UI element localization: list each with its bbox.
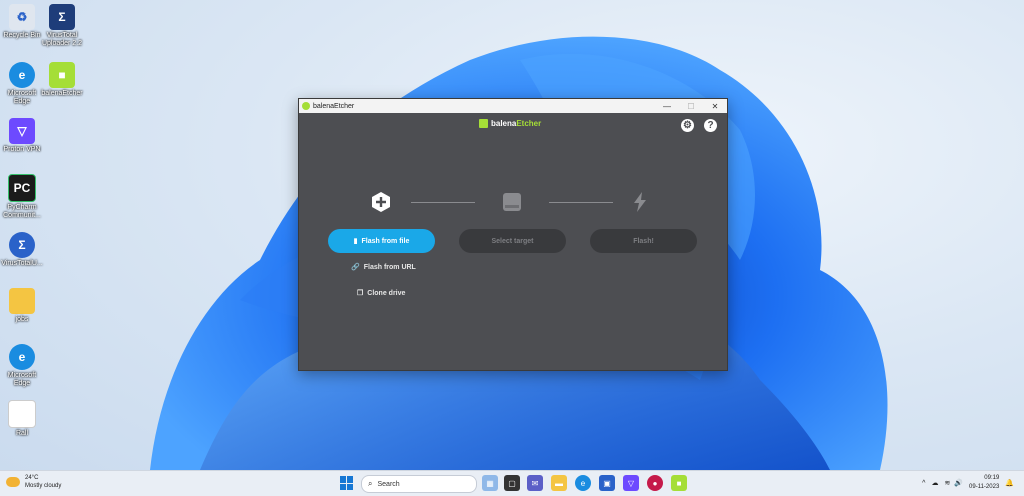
desktop-icon-edge-2[interactable]: e Microsoft Edge xyxy=(0,344,44,388)
task-view-icon[interactable]: ▢ xyxy=(504,475,520,491)
flash-from-url-link[interactable]: 🔗 Flash from URL xyxy=(351,263,416,272)
file-icon: ▮ xyxy=(353,238,358,245)
balena-icon[interactable]: ■ xyxy=(671,475,687,491)
chevron-up-icon[interactable]: ^ xyxy=(922,480,925,487)
start-button[interactable] xyxy=(340,476,354,490)
widgets-icon[interactable]: ▦ xyxy=(482,475,498,491)
window-title: balenaEtcher xyxy=(313,102,355,110)
close-button[interactable]: ✕ xyxy=(703,99,727,113)
desktop-icon-label: jobs xyxy=(15,316,29,323)
drive-icon xyxy=(501,191,523,213)
recycle-bin-icon: ♻ xyxy=(9,4,35,30)
system-tray: ^ ☁ ≋ 🔊 09:19 09-11-2023 🔔 xyxy=(922,474,1014,492)
desktop-icon-label: Proton VPN xyxy=(3,146,41,153)
link-icon: 🔗 xyxy=(351,264,360,271)
protonvpn-icon: ▽ xyxy=(9,118,35,144)
wifi-icon[interactable]: ≋ xyxy=(944,479,950,487)
desktop-icon-recycle-bin[interactable]: ♻ Recycle Bin xyxy=(0,4,44,40)
desktop-icon-edge[interactable]: e Microsoft Edge xyxy=(0,62,44,106)
search-icon: ⌕ xyxy=(368,479,373,488)
flash-from-url-label: Flash from URL xyxy=(363,263,416,271)
desktop-icon-virustotal[interactable]: Σ VirusTotalU... xyxy=(0,232,44,268)
flash-label: Flash! xyxy=(633,237,654,245)
select-target-button[interactable]: Select target xyxy=(459,229,566,253)
taskbar-search-box[interactable]: ⌕ Search xyxy=(361,475,477,493)
desktop-icon-label: Microsoft Edge xyxy=(7,372,37,387)
weather-widget[interactable]: 24°C Mostly cloudy xyxy=(6,474,61,490)
balena-icon xyxy=(302,102,310,110)
clock[interactable]: 09:19 09-11-2023 xyxy=(969,474,999,492)
add-image-icon xyxy=(370,191,392,213)
cloud-icon[interactable]: ☁ xyxy=(931,479,938,487)
volume-icon[interactable]: 🔊 xyxy=(954,479,963,487)
desktop-icon-label: Rall xyxy=(15,430,29,437)
window-titlebar[interactable]: balenaEtcher — ☐ ✕ xyxy=(299,99,727,113)
logo-suffix: Etcher xyxy=(516,119,542,128)
maximize-button[interactable]: ☐ xyxy=(679,99,703,113)
flash-from-file-button[interactable]: ▮ Flash from file xyxy=(328,229,435,253)
clock-date: 09-11-2023 xyxy=(969,484,1000,490)
etcher-window: balenaEtcher — ☐ ✕ balena Etcher ⚙ ? ▮ Fl… xyxy=(298,98,728,371)
desktop-icon-label: VirusTotalU... xyxy=(1,260,43,267)
weather-temp: 24°C xyxy=(25,475,39,481)
flash-bolt-icon xyxy=(629,191,651,213)
copy-icon: ❐ xyxy=(357,290,364,297)
clock-time: 09:19 xyxy=(984,475,1000,481)
desktop-icon-rall[interactable]: Rall xyxy=(0,400,44,438)
raspberry-pi-imager-icon[interactable]: ● xyxy=(647,475,663,491)
desktop-icon-jobs-folder[interactable]: jobs xyxy=(0,288,44,324)
clone-drive-label: Clone drive xyxy=(367,289,406,297)
weather-desc: Mostly cloudy xyxy=(25,483,62,489)
protonvpn-icon[interactable]: ▽ xyxy=(623,475,639,491)
cloudy-weather-icon xyxy=(6,477,20,487)
edge-icon[interactable]: e xyxy=(575,475,591,491)
desktop-icon-virustotal-uploader[interactable]: Σ VirusTotal Uploader 2.2 xyxy=(40,4,84,48)
file-icon xyxy=(8,400,36,428)
notification-bell-icon[interactable]: 🔔 xyxy=(1005,479,1014,487)
select-target-label: Select target xyxy=(491,237,534,245)
virustotal-icon: Σ xyxy=(9,232,35,258)
edge-icon: e xyxy=(9,344,35,370)
store-icon[interactable]: ▣ xyxy=(599,475,615,491)
desktop-icon-label: VirusTotal Uploader 2.2 xyxy=(41,32,83,47)
flash-button[interactable]: Flash! xyxy=(590,229,697,253)
settings-gear-icon[interactable]: ⚙ xyxy=(681,119,694,132)
desktop-icon-label: Recycle Bin xyxy=(3,32,41,39)
step-connector xyxy=(411,202,475,203)
logo-prefix: balena xyxy=(491,119,517,128)
pycharm-icon: PC xyxy=(8,174,36,202)
folder-icon xyxy=(9,288,35,314)
desktop-icon-balenaetcher[interactable]: ■ balenaEtcher xyxy=(40,62,84,98)
file-explorer-icon[interactable]: ▬ xyxy=(551,475,567,491)
desktop-icon-label: balenaEtcher xyxy=(41,90,83,97)
etcher-logo: balena Etcher xyxy=(479,119,541,128)
balena-icon: ■ xyxy=(49,62,75,88)
desktop-icon-protonvpn[interactable]: ▽ Proton VPN xyxy=(0,118,44,154)
step-connector xyxy=(549,202,613,203)
desktop-icon-pycharm[interactable]: PC PyCharm Communit... xyxy=(0,174,44,220)
search-placeholder: Search xyxy=(377,480,400,488)
taskbar: 24°C Mostly cloudy ⌕ Search ▦ ▢ ✉ ▬ e ▣ … xyxy=(0,470,1024,496)
minimize-button[interactable]: — xyxy=(655,99,679,113)
balena-cube-icon xyxy=(479,119,488,128)
chat-icon[interactable]: ✉ xyxy=(527,475,543,491)
flash-from-file-label: Flash from file xyxy=(361,237,410,245)
edge-icon: e xyxy=(9,62,35,88)
desktop-icon-label: Microsoft Edge xyxy=(7,90,37,105)
virustotal-icon: Σ xyxy=(49,4,75,30)
help-icon[interactable]: ? xyxy=(704,119,717,132)
desktop-icon-label: PyCharm Communit... xyxy=(3,204,41,219)
clone-drive-link[interactable]: ❐ Clone drive xyxy=(357,289,406,298)
